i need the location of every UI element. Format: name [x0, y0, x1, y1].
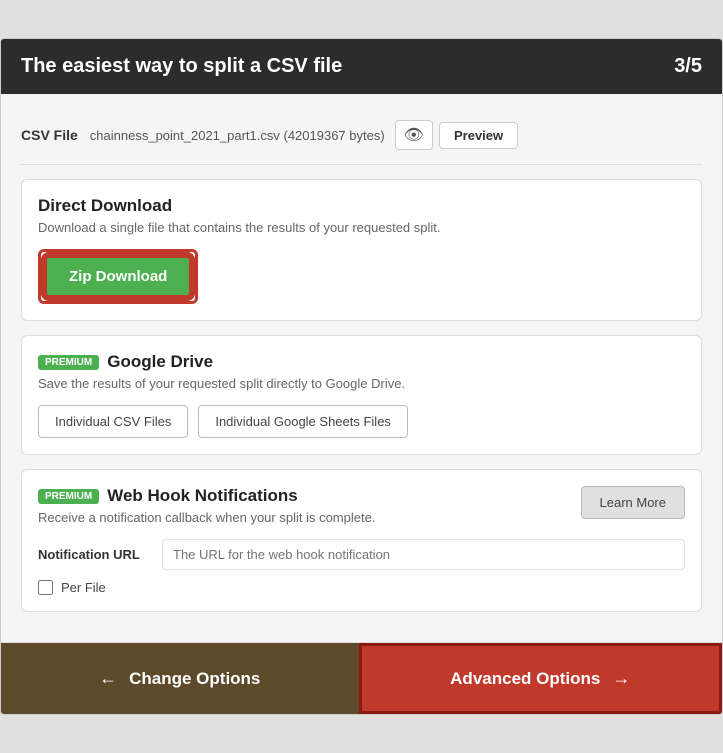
webhook-title-row: PREMIUM Web Hook Notifications [38, 486, 581, 506]
google-drive-premium-badge: PREMIUM [38, 355, 99, 370]
direct-download-title: Direct Download [38, 196, 685, 216]
content-area: CSV File chainness_point_2021_part1.csv … [1, 94, 722, 642]
google-drive-buttons: Individual CSV Files Individual Google S… [38, 405, 685, 438]
notification-url-input[interactable] [162, 539, 685, 570]
csv-file-label: CSV File [21, 127, 78, 143]
csv-file-row: CSV File chainness_point_2021_part1.csv … [21, 110, 702, 165]
change-options-label: Change Options [129, 669, 260, 689]
header: The easiest way to split a CSV file 3/5 [1, 39, 722, 94]
learn-more-button[interactable]: Learn More [581, 486, 685, 519]
zip-download-button[interactable]: Zip Download [44, 255, 192, 298]
page-title: The easiest way to split a CSV file [21, 55, 342, 78]
step-indicator: 3/5 [674, 55, 702, 78]
eye-button[interactable]: 👁 [395, 120, 433, 150]
webhook-header-row: PREMIUM Web Hook Notifications Receive a… [38, 486, 685, 525]
csv-file-name: chainness_point_2021_part1.csv (42019367… [90, 128, 385, 143]
webhook-premium-badge: PREMIUM [38, 489, 99, 504]
advanced-options-label: Advanced Options [450, 669, 600, 689]
footer-buttons: ← Change Options Advanced Options → [1, 642, 722, 714]
per-file-checkbox[interactable] [38, 580, 53, 595]
direct-download-desc: Download a single file that contains the… [38, 220, 685, 235]
webhook-section: PREMIUM Web Hook Notifications Receive a… [21, 469, 702, 612]
notification-url-label: Notification URL [38, 547, 148, 562]
google-drive-title-row: PREMIUM Google Drive [38, 352, 685, 372]
forward-arrow-icon: → [612, 668, 630, 689]
advanced-options-button[interactable]: Advanced Options → [359, 643, 723, 714]
preview-button[interactable]: Preview [439, 122, 518, 149]
notification-url-row: Notification URL [38, 539, 685, 570]
main-window: The easiest way to split a CSV file 3/5 … [0, 38, 723, 715]
webhook-title: Web Hook Notifications [107, 486, 297, 506]
google-drive-section: PREMIUM Google Drive Save the results of… [21, 335, 702, 455]
back-arrow-icon: ← [99, 668, 117, 689]
webhook-left: PREMIUM Web Hook Notifications Receive a… [38, 486, 581, 525]
per-file-row: Per File [38, 580, 685, 595]
change-options-button[interactable]: ← Change Options [1, 643, 359, 714]
individual-sheets-button[interactable]: Individual Google Sheets Files [198, 405, 408, 438]
webhook-desc: Receive a notification callback when you… [38, 510, 581, 525]
per-file-label: Per File [61, 580, 106, 595]
zip-download-wrapper: Zip Download [38, 249, 198, 304]
google-drive-desc: Save the results of your requested split… [38, 376, 685, 391]
individual-csv-button[interactable]: Individual CSV Files [38, 405, 188, 438]
direct-download-section: Direct Download Download a single file t… [21, 179, 702, 321]
google-drive-title: Google Drive [107, 352, 213, 372]
